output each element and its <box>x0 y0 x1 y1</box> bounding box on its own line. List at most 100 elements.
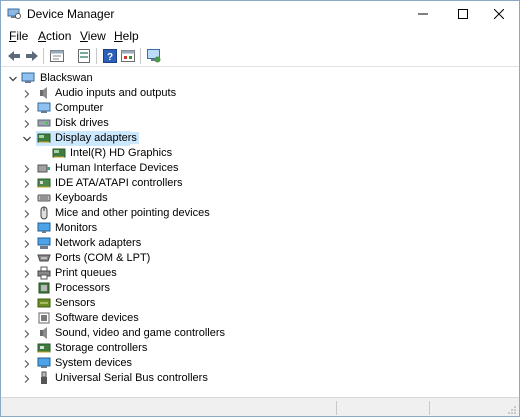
tree-item[interactable]: Processors <box>1 281 519 296</box>
tree-child-item[interactable]: Intel(R) HD Graphics <box>1 146 519 161</box>
chevron-right-icon[interactable] <box>22 253 32 263</box>
title-bar[interactable]: Device Manager <box>1 1 519 27</box>
tree-item[interactable]: Monitors <box>1 221 519 236</box>
status-bar <box>1 397 519 416</box>
chevron-right-icon[interactable] <box>22 313 32 323</box>
close-button[interactable] <box>479 1 519 27</box>
help-button[interactable]: ? <box>101 47 119 65</box>
tree-item[interactable]: Software devices <box>1 311 519 326</box>
hid-icon <box>37 161 51 175</box>
display-adapter-icon <box>37 131 51 145</box>
tree-item[interactable]: Network adapters <box>1 236 519 251</box>
toolbar-separator <box>140 48 141 64</box>
tree-item[interactable]: Computer <box>1 101 519 116</box>
speaker-icon <box>37 86 51 100</box>
menu-action-label: ction <box>46 29 72 43</box>
network-adapter-icon <box>37 236 51 250</box>
chevron-right-icon[interactable] <box>22 88 32 98</box>
tree-item-label: Human Interface Devices <box>55 162 179 174</box>
forward-button[interactable] <box>23 47 41 65</box>
close-icon <box>494 9 504 19</box>
chevron-right-icon[interactable] <box>22 103 32 113</box>
tree-item[interactable]: Mice and other pointing devices <box>1 206 519 221</box>
disk-drive-icon <box>37 116 51 130</box>
port-icon <box>37 251 51 265</box>
svg-text:?: ? <box>107 52 113 63</box>
tree-item[interactable]: Sound, video and game controllers <box>1 326 519 341</box>
tree-item[interactable]: Storage controllers <box>1 341 519 356</box>
chevron-right-icon[interactable] <box>22 358 32 368</box>
help-icon: ? <box>103 49 117 63</box>
menu-help[interactable]: Help <box>114 29 139 43</box>
tree-item[interactable]: Audio inputs and outputs <box>1 86 519 101</box>
sensor-icon <box>37 296 51 310</box>
tree-item[interactable]: System devices <box>1 356 519 371</box>
tree-root-label: Blackswan <box>40 72 93 84</box>
tree-item[interactable]: Human Interface Devices <box>1 161 519 176</box>
back-button[interactable] <box>5 47 23 65</box>
maximize-button[interactable] <box>443 1 483 27</box>
tree-item-label: Sensors <box>55 297 96 309</box>
tree-item-display-adapters[interactable]: Display adapters <box>1 131 519 146</box>
toolbar: ? <box>1 45 519 67</box>
tree-item[interactable]: IDE ATA/ATAPI controllers <box>1 176 519 191</box>
chevron-right-icon[interactable] <box>22 208 32 218</box>
chevron-right-icon[interactable] <box>22 163 32 173</box>
mouse-icon <box>37 206 51 220</box>
tree-item-label: Processors <box>55 282 111 294</box>
chevron-right-icon[interactable] <box>22 223 32 233</box>
tree-item-label: System devices <box>55 357 133 369</box>
tree-child-label: Intel(R) HD Graphics <box>70 147 173 159</box>
tree-item-label: Keyboards <box>55 192 108 204</box>
tree-item[interactable]: Ports (COM & LPT) <box>1 251 519 266</box>
tree-item[interactable]: Keyboards <box>1 191 519 206</box>
printer-icon <box>37 266 51 280</box>
device-tree[interactable]: Blackswan Audio inputs and outputs Compu… <box>1 68 519 395</box>
menu-view[interactable]: View <box>80 29 106 43</box>
chevron-right-icon[interactable] <box>22 343 32 353</box>
chevron-right-icon[interactable] <box>22 328 32 338</box>
device-manager-window: Device Manager File Action View Help ? B… <box>0 0 520 417</box>
update-driver-button[interactable] <box>75 47 93 65</box>
sound-icon <box>37 326 51 340</box>
tree-item[interactable]: Disk drives <box>1 116 519 131</box>
show-hidden-button[interactable] <box>119 47 137 65</box>
chevron-right-icon[interactable] <box>22 193 32 203</box>
tree-item-label: Disk drives <box>55 117 109 129</box>
toolbar-separator <box>96 48 97 64</box>
resize-grip-icon[interactable] <box>507 404 517 414</box>
menu-file[interactable]: File <box>9 29 28 43</box>
tree-item-label: Software devices <box>55 312 139 324</box>
chevron-down-icon[interactable] <box>8 73 18 83</box>
chevron-right-icon[interactable] <box>22 268 32 278</box>
tree-item-label: Mice and other pointing devices <box>55 207 210 219</box>
chevron-right-icon[interactable] <box>22 118 32 128</box>
properties-button[interactable] <box>48 47 66 65</box>
chevron-right-icon[interactable] <box>22 298 32 308</box>
minimize-button[interactable] <box>403 1 443 27</box>
chevron-right-icon[interactable] <box>22 283 32 293</box>
tree-item-label: Display adapters <box>53 132 139 144</box>
chevron-right-icon[interactable] <box>22 373 32 383</box>
window-title: Device Manager <box>27 7 115 21</box>
forward-arrow-icon <box>26 51 38 61</box>
tree-item[interactable]: Universal Serial Bus controllers <box>1 371 519 386</box>
chevron-down-icon[interactable] <box>22 133 32 143</box>
tree-item-label: Universal Serial Bus controllers <box>55 372 208 384</box>
maximize-icon <box>458 9 468 19</box>
keyboard-icon <box>37 191 51 205</box>
chevron-right-icon[interactable] <box>22 178 32 188</box>
tree-root[interactable]: Blackswan <box>1 71 519 86</box>
tree-item[interactable]: Print queues <box>1 266 519 281</box>
chevron-right-icon[interactable] <box>22 238 32 248</box>
tree-item[interactable]: Sensors <box>1 296 519 311</box>
software-device-icon <box>37 311 51 325</box>
update-driver-icon <box>78 49 90 63</box>
device-manager-icon <box>7 8 21 20</box>
properties-icon <box>50 50 64 62</box>
menu-action[interactable]: Action <box>38 29 71 43</box>
scan-hardware-button[interactable] <box>145 47 163 65</box>
menu-view-label: iew <box>87 29 106 43</box>
menu-bar: File Action View Help <box>1 27 519 45</box>
minimize-icon <box>418 13 428 15</box>
